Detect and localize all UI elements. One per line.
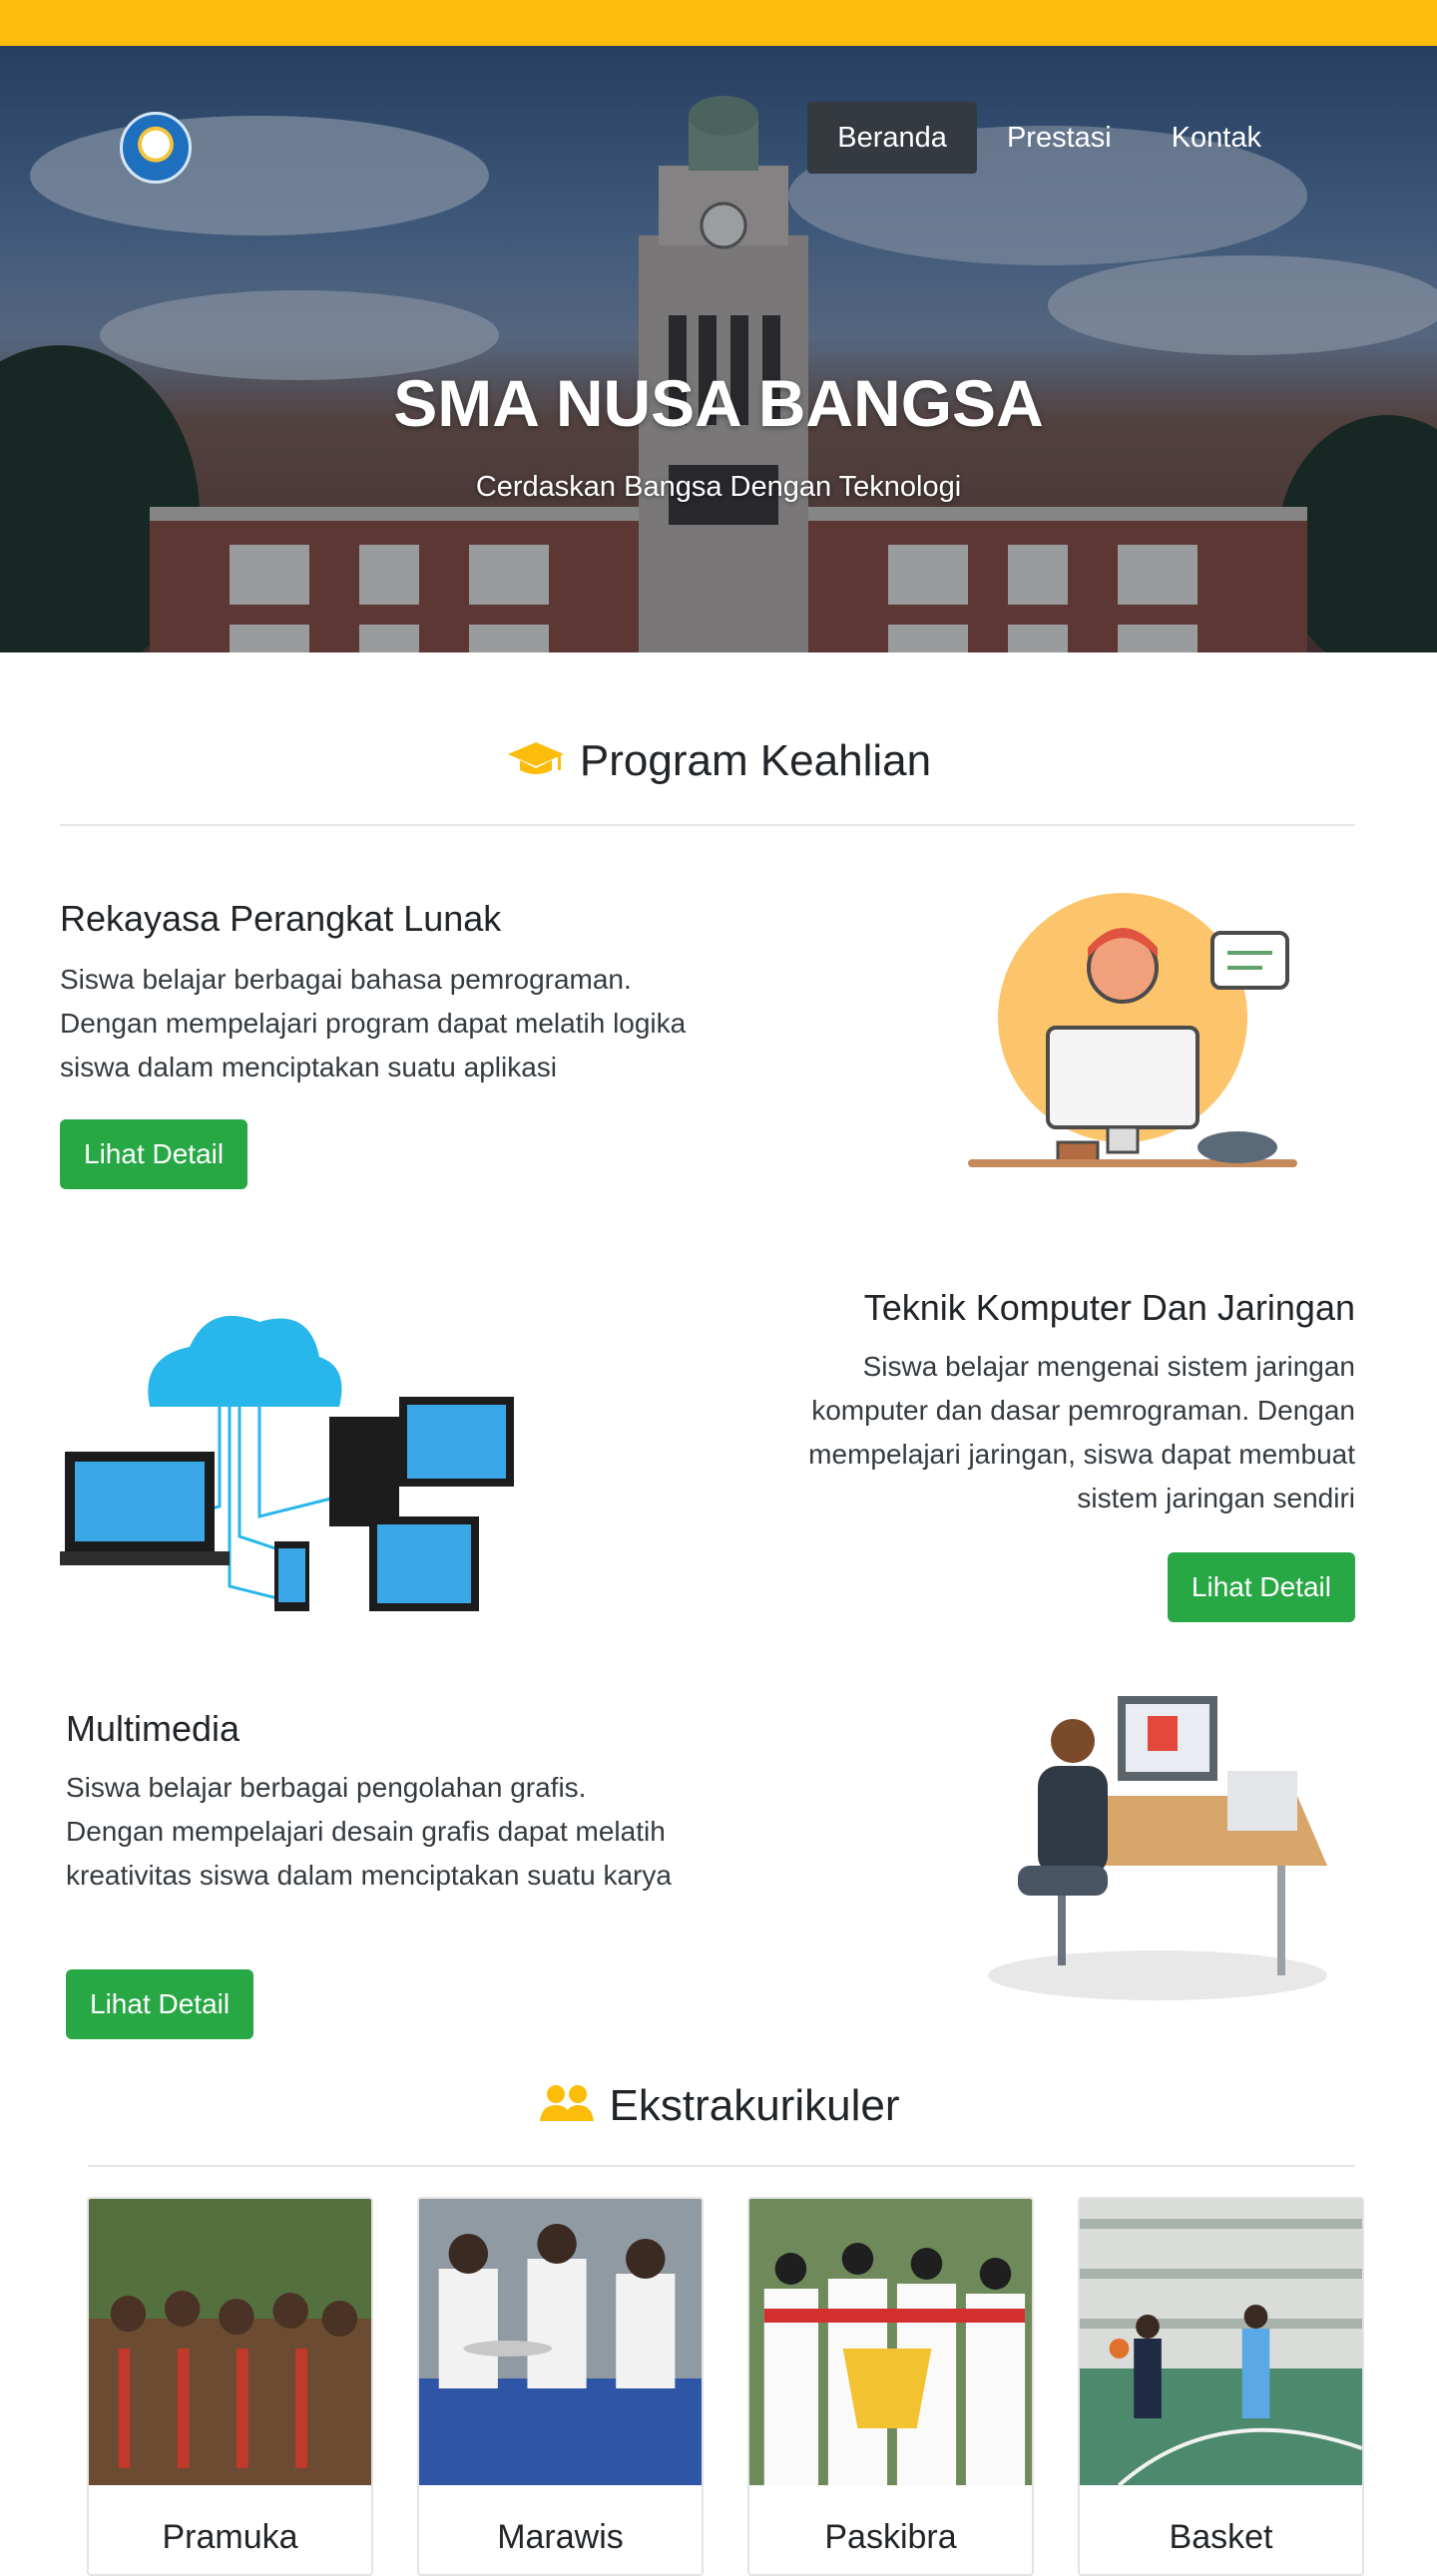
program-desc-rpl: Siswa belajar berbagai bahasa pemrograma… (60, 964, 687, 1082)
network-illustration (60, 1315, 514, 1611)
program-title-tkj: Teknik Komputer Dan Jaringan (863, 1287, 1355, 1328)
section-divider (60, 824, 1355, 826)
nav-item-beranda[interactable]: Beranda (807, 102, 977, 174)
basket-photo (1080, 2199, 1362, 2485)
programmer-illustration (968, 893, 1297, 1167)
lihat-detail-button-multimedia[interactable]: Lihat Detail (66, 1969, 254, 2039)
section-title-program-text: Program Keahlian (579, 736, 932, 785)
lihat-detail-button-rpl[interactable]: Lihat Detail (60, 1119, 248, 1189)
ekskul-card-basket[interactable]: Basket (1078, 2197, 1364, 2576)
program-title-rpl: Rekayasa Perangkat Lunak (60, 898, 502, 939)
program-desc-multimedia: Siswa belajar berbagai pengolahan grafis… (66, 1772, 672, 1891)
ekskul-card-pramuka[interactable]: Pramuka (87, 2197, 373, 2576)
lihat-detail-button-tkj[interactable]: Lihat Detail (1167, 1552, 1355, 1622)
section-title-ekskul-text: Ekstrakurikuler (609, 2081, 900, 2130)
hero-banner: Beranda Prestasi Kontak SMA NUSA BANGSA … (0, 46, 1437, 652)
ekskul-label: Marawis (497, 2518, 624, 2556)
ekskul-card-marawis[interactable]: Marawis (417, 2197, 704, 2576)
section-title-program: Program Keahlian (0, 736, 1437, 789)
program-title-multimedia: Multimedia (66, 1708, 240, 1749)
hero-subtitle: Cerdaskan Bangsa Dengan Teknologi (475, 471, 962, 503)
hero-title: SMA NUSA BANGSA (393, 366, 1044, 440)
ekskul-card-paskibra[interactable]: Paskibra (747, 2197, 1034, 2576)
nav-item-prestasi[interactable]: Prestasi (977, 102, 1142, 174)
main-nav: Beranda Prestasi Kontak (807, 102, 1291, 174)
marawis-photo (419, 2199, 702, 2485)
pramuka-photo (89, 2199, 371, 2485)
nav-item-kontak[interactable]: Kontak (1142, 102, 1291, 174)
paskibra-photo (749, 2199, 1032, 2485)
ekskul-label: Paskibra (824, 2518, 957, 2556)
ekskul-label: Pramuka (162, 2518, 298, 2556)
users-icon (538, 2083, 596, 2134)
top-accent-bar (0, 0, 1437, 48)
section-divider-ekskul (88, 2165, 1355, 2167)
ekskul-label: Basket (1169, 2518, 1273, 2556)
program-desc-tkj: Siswa belajar mengenai sistem jaringan k… (808, 1351, 1355, 1513)
school-logo-icon[interactable] (120, 112, 192, 184)
designer-illustration (988, 1696, 1327, 2000)
section-title-ekskul: Ekstrakurikuler (0, 2081, 1437, 2134)
graduation-cap-icon (506, 738, 566, 789)
